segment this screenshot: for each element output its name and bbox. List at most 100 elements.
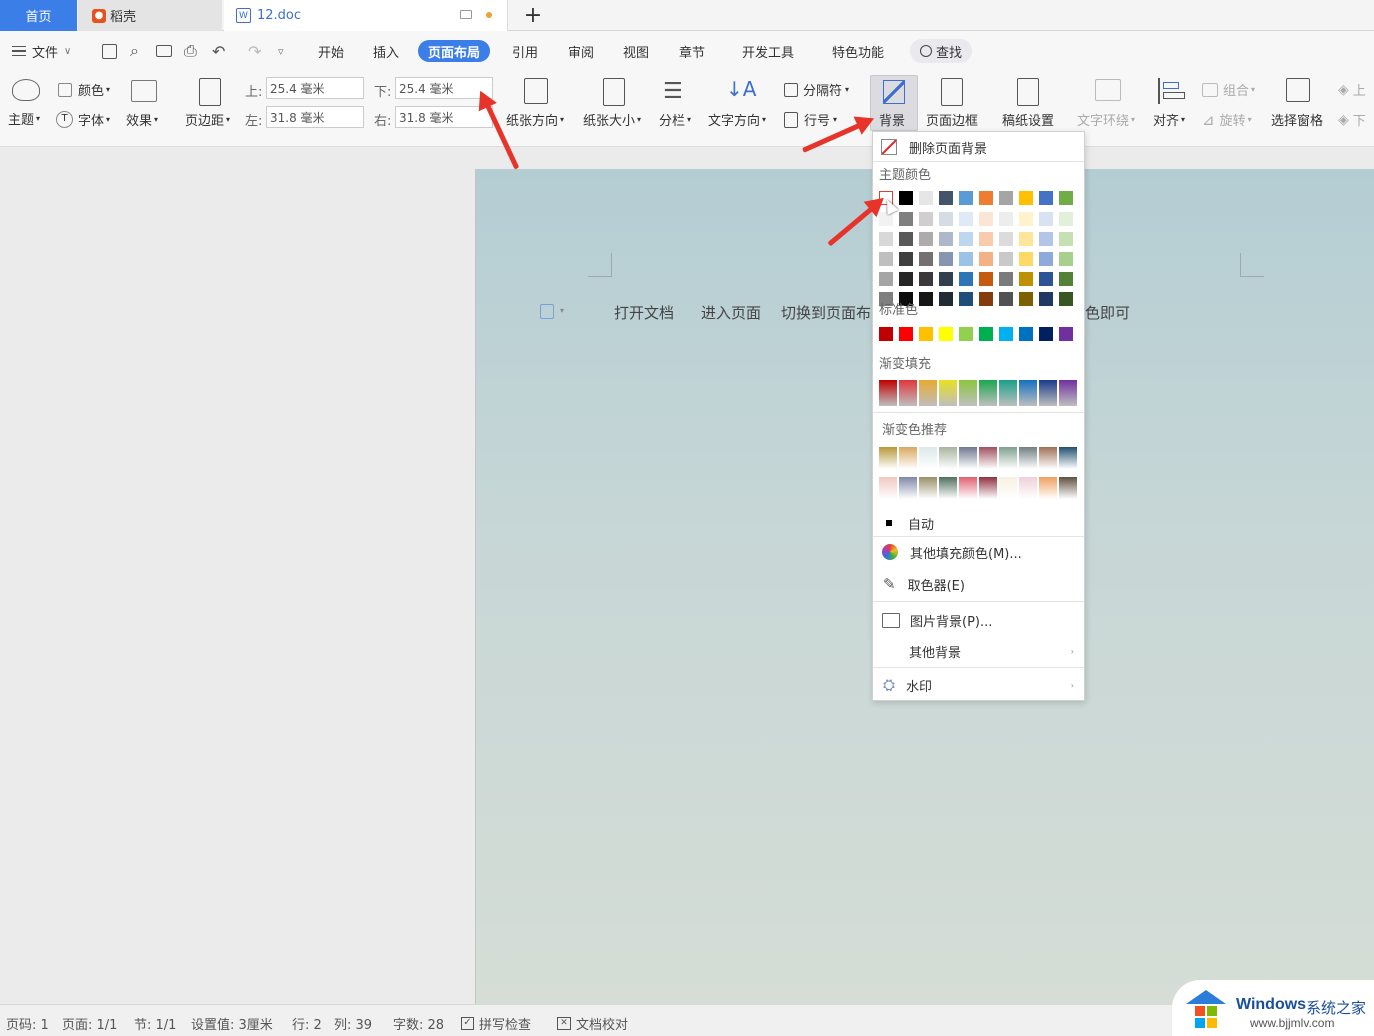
tab-home[interactable]: 首页 (0, 0, 77, 31)
format-painter-icon[interactable]: ⌕ (130, 40, 139, 62)
selection-pane-icon[interactable] (1286, 78, 1310, 102)
page-border-icon[interactable] (941, 78, 963, 106)
effects-button[interactable]: 效果 ▾ (126, 110, 158, 129)
theme-shade-swatch[interactable] (919, 272, 933, 286)
columns-button[interactable]: 分栏 ▾ (659, 110, 691, 129)
spell-check-button[interactable]: ✓ 拼写检查 (461, 1014, 531, 1033)
theme-shade-swatch[interactable] (1039, 252, 1053, 266)
standard-color-swatch[interactable] (1039, 327, 1053, 341)
theme-shade-swatch[interactable] (879, 272, 893, 286)
theme-shade-swatch[interactable] (1019, 252, 1033, 266)
standard-color-swatch[interactable] (879, 327, 893, 341)
gradient-recommend-swatch[interactable] (999, 477, 1017, 499)
status-page-number[interactable]: 页码: 1 (6, 1014, 49, 1033)
theme-shade-swatch[interactable] (1059, 252, 1073, 266)
theme-shade-swatch[interactable] (1019, 292, 1033, 306)
print-icon[interactable] (156, 40, 172, 62)
theme-shade-swatch[interactable] (1019, 212, 1033, 226)
gradient-fill-swatch[interactable] (939, 380, 957, 406)
theme-shade-swatch[interactable] (919, 232, 933, 246)
paste-options-icon[interactable] (540, 304, 554, 319)
theme-shade-swatch[interactable] (959, 252, 973, 266)
redo-icon[interactable]: ↷ (248, 40, 261, 62)
screen-icon[interactable] (460, 10, 472, 19)
gradient-recommend-swatch[interactable] (939, 447, 957, 469)
theme-shade-swatch[interactable] (999, 292, 1013, 306)
gradient-recommend-swatch[interactable] (959, 447, 977, 469)
theme-shade-swatch[interactable] (879, 252, 893, 266)
text-wrap-button[interactable]: 文字环绕 ▾ (1077, 110, 1135, 129)
theme-shade-swatch[interactable] (899, 232, 913, 246)
text-wrap-icon[interactable] (1095, 79, 1121, 101)
standard-color-swatch[interactable] (979, 327, 993, 341)
theme-shade-swatch[interactable] (919, 212, 933, 226)
gradient-recommend-swatch[interactable] (999, 447, 1017, 469)
manuscript-button[interactable]: 稿纸设置 (1002, 110, 1054, 129)
theme-shade-swatch[interactable] (959, 212, 973, 226)
theme-shade-swatch[interactable] (959, 272, 973, 286)
save-icon[interactable] (102, 40, 117, 62)
standard-color-swatch[interactable] (919, 327, 933, 341)
margins-icon[interactable] (199, 78, 221, 106)
status-section[interactable]: 节: 1/1 (134, 1014, 176, 1033)
theme-shade-swatch[interactable] (879, 212, 893, 226)
search-box[interactable]: 查找 (910, 39, 973, 63)
fonts-button[interactable]: T 字体 ▾ (56, 110, 110, 129)
gradient-recommend-swatch[interactable] (959, 477, 977, 499)
group-button[interactable]: 组合 ▾ (1202, 80, 1255, 99)
menu-insert[interactable]: 插入 (373, 40, 399, 62)
standard-color-swatch[interactable] (999, 327, 1013, 341)
theme-shade-swatch[interactable] (1039, 272, 1053, 286)
theme-shade-swatch[interactable] (939, 212, 953, 226)
rotate-button[interactable]: ⊿ 旋转 ▾ (1202, 110, 1252, 130)
gradient-recommend-swatch[interactable] (879, 477, 897, 499)
gradient-fill-swatch[interactable] (999, 380, 1017, 406)
theme-color-swatch[interactable] (999, 191, 1013, 205)
eyedropper-item[interactable]: ✎ 取色器(E) (873, 572, 1084, 596)
theme-color-swatch[interactable] (1019, 191, 1033, 205)
selection-pane-button[interactable]: 选择窗格 (1271, 110, 1323, 129)
menu-chapter[interactable]: 章节 (679, 40, 705, 62)
theme-shade-swatch[interactable] (939, 252, 953, 266)
status-word-count[interactable]: 字数: 28 (393, 1014, 444, 1033)
gradient-recommend-swatch[interactable] (1059, 477, 1077, 499)
theme-shade-swatch[interactable] (1019, 232, 1033, 246)
picture-background-item[interactable]: 图片背景(P)... (873, 608, 1084, 632)
auto-color-item[interactable]: 自动 (873, 512, 1084, 534)
more-fill-colors-item[interactable]: 其他填充颜色(M)... (873, 540, 1084, 564)
theme-shade-swatch[interactable] (1059, 212, 1073, 226)
theme-color-swatch[interactable] (939, 191, 953, 205)
theme-shade-swatch[interactable] (1039, 292, 1053, 306)
theme-color-swatch[interactable] (1039, 191, 1053, 205)
menu-references[interactable]: 引用 (512, 40, 538, 62)
align-icon[interactable] (1158, 78, 1185, 104)
theme-shade-swatch[interactable] (999, 272, 1013, 286)
tab-daoke[interactable]: ● 稻壳 (78, 0, 222, 31)
tab-document[interactable]: W 12.doc (224, 0, 508, 31)
theme-shade-swatch[interactable] (899, 212, 913, 226)
menu-view[interactable]: 视图 (623, 40, 649, 62)
theme-shade-swatch[interactable] (939, 292, 953, 306)
send-backward-button[interactable]: ◈ 下 (1338, 110, 1366, 130)
theme-color-swatch[interactable] (1059, 191, 1073, 205)
undo-icon[interactable]: ↶ (212, 40, 225, 62)
theme-color-swatch[interactable] (919, 191, 933, 205)
menu-developer[interactable]: 开发工具 (742, 40, 794, 62)
theme-shade-swatch[interactable] (979, 212, 993, 226)
other-background-item[interactable]: 其他背景 › (873, 639, 1084, 663)
paper-size-button[interactable]: 纸张大小 ▾ (583, 110, 641, 129)
menu-page-layout[interactable]: 页面布局 (418, 40, 491, 62)
watermark-item[interactable]: ⛭ 水印 › (873, 673, 1084, 697)
gradient-fill-swatch[interactable] (879, 380, 897, 406)
theme-shade-swatch[interactable] (919, 252, 933, 266)
theme-shade-swatch[interactable] (999, 212, 1013, 226)
standard-color-swatch[interactable] (1059, 327, 1073, 341)
theme-shade-swatch[interactable] (879, 232, 893, 246)
gradient-recommend-swatch[interactable] (939, 477, 957, 499)
standard-color-swatch[interactable] (899, 327, 913, 341)
gradient-recommend-swatch[interactable] (919, 477, 937, 499)
gradient-recommend-swatch[interactable] (1059, 447, 1077, 469)
theme-icon[interactable] (12, 79, 40, 101)
theme-shade-swatch[interactable] (1039, 212, 1053, 226)
bring-forward-button[interactable]: ◈ 上 (1338, 80, 1366, 100)
